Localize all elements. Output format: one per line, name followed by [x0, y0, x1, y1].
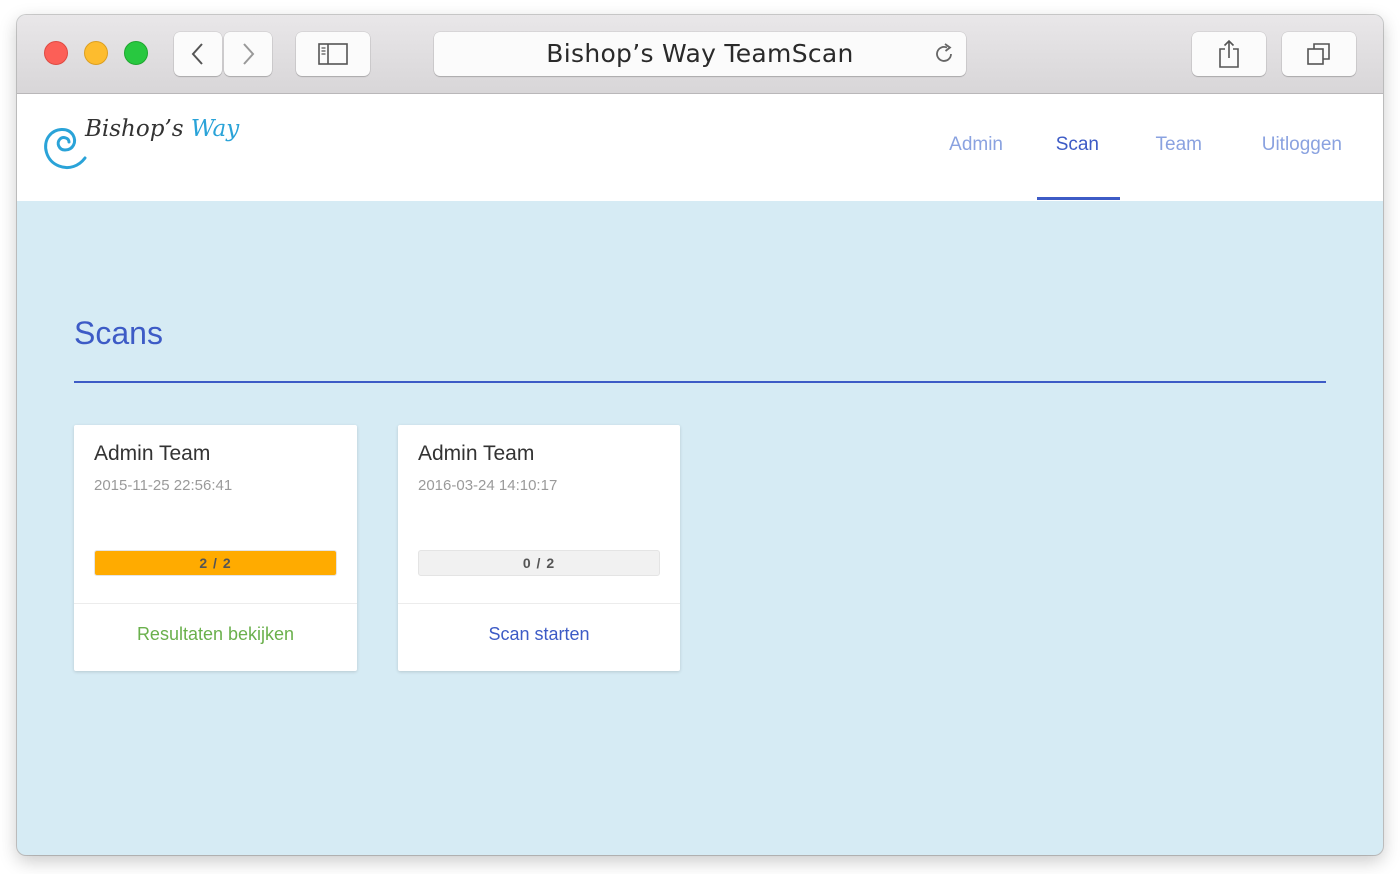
scan-card: Admin Team 2016-03-24 14:10:17 0 / 2 Sca…: [398, 425, 680, 671]
scan-card: Admin Team 2015-11-25 22:56:41 2 / 2 Res…: [74, 425, 357, 671]
scan-progress-label: 0 / 2: [522, 555, 556, 571]
nav-item-scan[interactable]: Scan: [1056, 134, 1099, 156]
card-divider: [398, 603, 680, 604]
tabs-button[interactable]: [1282, 32, 1356, 76]
app-header: Bishop’s Way Admin Scan Team Uitloggen: [17, 94, 1383, 201]
minimize-window-button[interactable]: [84, 41, 108, 65]
chevron-right-icon: [243, 43, 255, 65]
title-divider: [74, 381, 1326, 383]
page-title: Scans: [74, 315, 163, 351]
logo-text-bishops: Bishop’s: [85, 116, 191, 142]
scan-progress-bar: 2 / 2: [94, 550, 337, 576]
browser-window: Bishop’s Way TeamScan Bishop’s Way Admin…: [17, 15, 1383, 855]
main-content: Scans Admin Team 2015-11-25 22:56:41 2 /…: [17, 201, 1383, 855]
sidebar-button[interactable]: [296, 32, 370, 76]
address-bar[interactable]: Bishop’s Way TeamScan: [434, 32, 966, 76]
logo-text-way: Way: [190, 116, 240, 142]
scan-card-team: Admin Team: [418, 442, 535, 465]
scan-card-team: Admin Team: [94, 442, 211, 465]
forward-button[interactable]: [224, 32, 272, 76]
back-button[interactable]: [174, 32, 222, 76]
nav-item-admin[interactable]: Admin: [949, 134, 1003, 156]
page-address-title: Bishop’s Way TeamScan: [546, 39, 854, 68]
view-results-button[interactable]: Resultaten bekijken: [74, 624, 357, 645]
browser-toolbar: Bishop’s Way TeamScan: [17, 15, 1383, 94]
share-button[interactable]: [1192, 32, 1266, 76]
card-divider: [74, 603, 357, 604]
scan-card-date: 2015-11-25 22:56:41: [94, 477, 233, 494]
scan-progress-bar: 0 / 2: [418, 550, 660, 576]
zoom-window-button[interactable]: [124, 41, 148, 65]
bishops-way-logo[interactable]: Bishop’s Way: [35, 108, 255, 178]
sidebar-icon: [318, 43, 348, 65]
active-tab-indicator: [1037, 197, 1120, 200]
reload-icon[interactable]: [932, 42, 956, 66]
chevron-left-icon: [191, 43, 203, 65]
scan-progress-label: 2 / 2: [199, 555, 232, 571]
share-icon: [1219, 39, 1239, 68]
nav-item-team[interactable]: Team: [1156, 134, 1202, 156]
tabs-icon: [1307, 43, 1330, 65]
logo-wordmark: Bishop’s Way: [85, 116, 239, 142]
scan-card-date: 2016-03-24 14:10:17: [418, 477, 558, 494]
nav-item-uitloggen[interactable]: Uitloggen: [1262, 134, 1342, 156]
close-window-button[interactable]: [44, 41, 68, 65]
start-scan-button[interactable]: Scan starten: [398, 624, 680, 645]
